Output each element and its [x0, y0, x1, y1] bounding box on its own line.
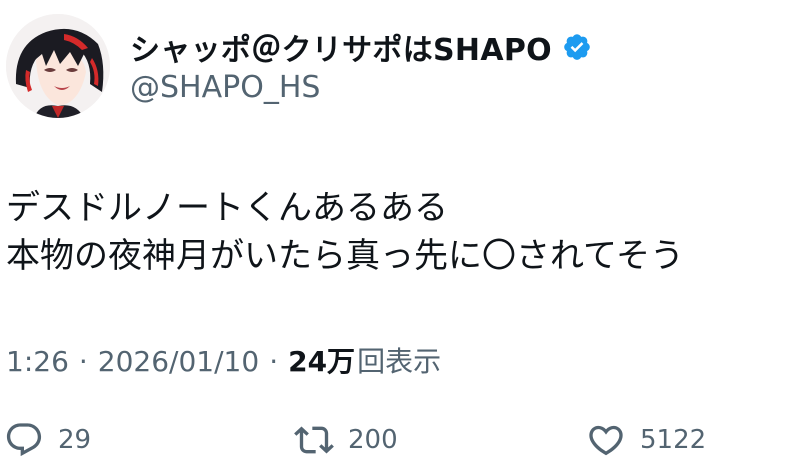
author-handle[interactable]: @SHAPO_HS — [130, 70, 320, 105]
like-button[interactable]: 5122 — [586, 418, 706, 462]
meta-separator: · — [269, 345, 279, 378]
views-label: 回表示 — [357, 345, 442, 378]
like-count: 5122 — [640, 425, 707, 455]
action-bar: 29 200 5122 — [0, 418, 802, 462]
author-header: シャッポ＠クリサポはSHAPO — [130, 25, 592, 69]
reply-icon — [4, 420, 44, 460]
retweet-icon — [294, 420, 334, 460]
tweet-card: シャッポ＠クリサポはSHAPO @SHAPO_HS デスドルノートくんあるある … — [0, 0, 802, 470]
meta-separator: · — [78, 345, 88, 378]
verified-badge-icon — [562, 32, 592, 62]
retweet-count: 200 — [348, 425, 398, 455]
avatar[interactable] — [6, 14, 110, 118]
heart-icon — [586, 420, 626, 460]
reply-count: 29 — [58, 425, 92, 455]
reply-button[interactable]: 29 — [4, 418, 91, 462]
display-name[interactable]: シャッポ＠クリサポはSHAPO — [130, 25, 552, 69]
views-count: 24万 — [288, 345, 356, 378]
tweet-time[interactable]: 1:26 — [6, 345, 69, 378]
tweet-text-line: デスドルノートくんあるある — [6, 188, 448, 228]
tweet-text: デスドルノートくんあるある 本物の夜神月がいたら真っ先に〇されてそう — [6, 184, 684, 280]
avatar-image — [6, 14, 110, 118]
tweet-date[interactable]: 2026/01/10 — [98, 345, 259, 378]
retweet-button[interactable]: 200 — [294, 418, 398, 462]
tweet-text-line: 本物の夜神月がいたら真っ先に〇されてそう — [6, 236, 684, 276]
tweet-meta: 1:26 · 2026/01/10 · 24万 回表示 — [6, 340, 441, 380]
